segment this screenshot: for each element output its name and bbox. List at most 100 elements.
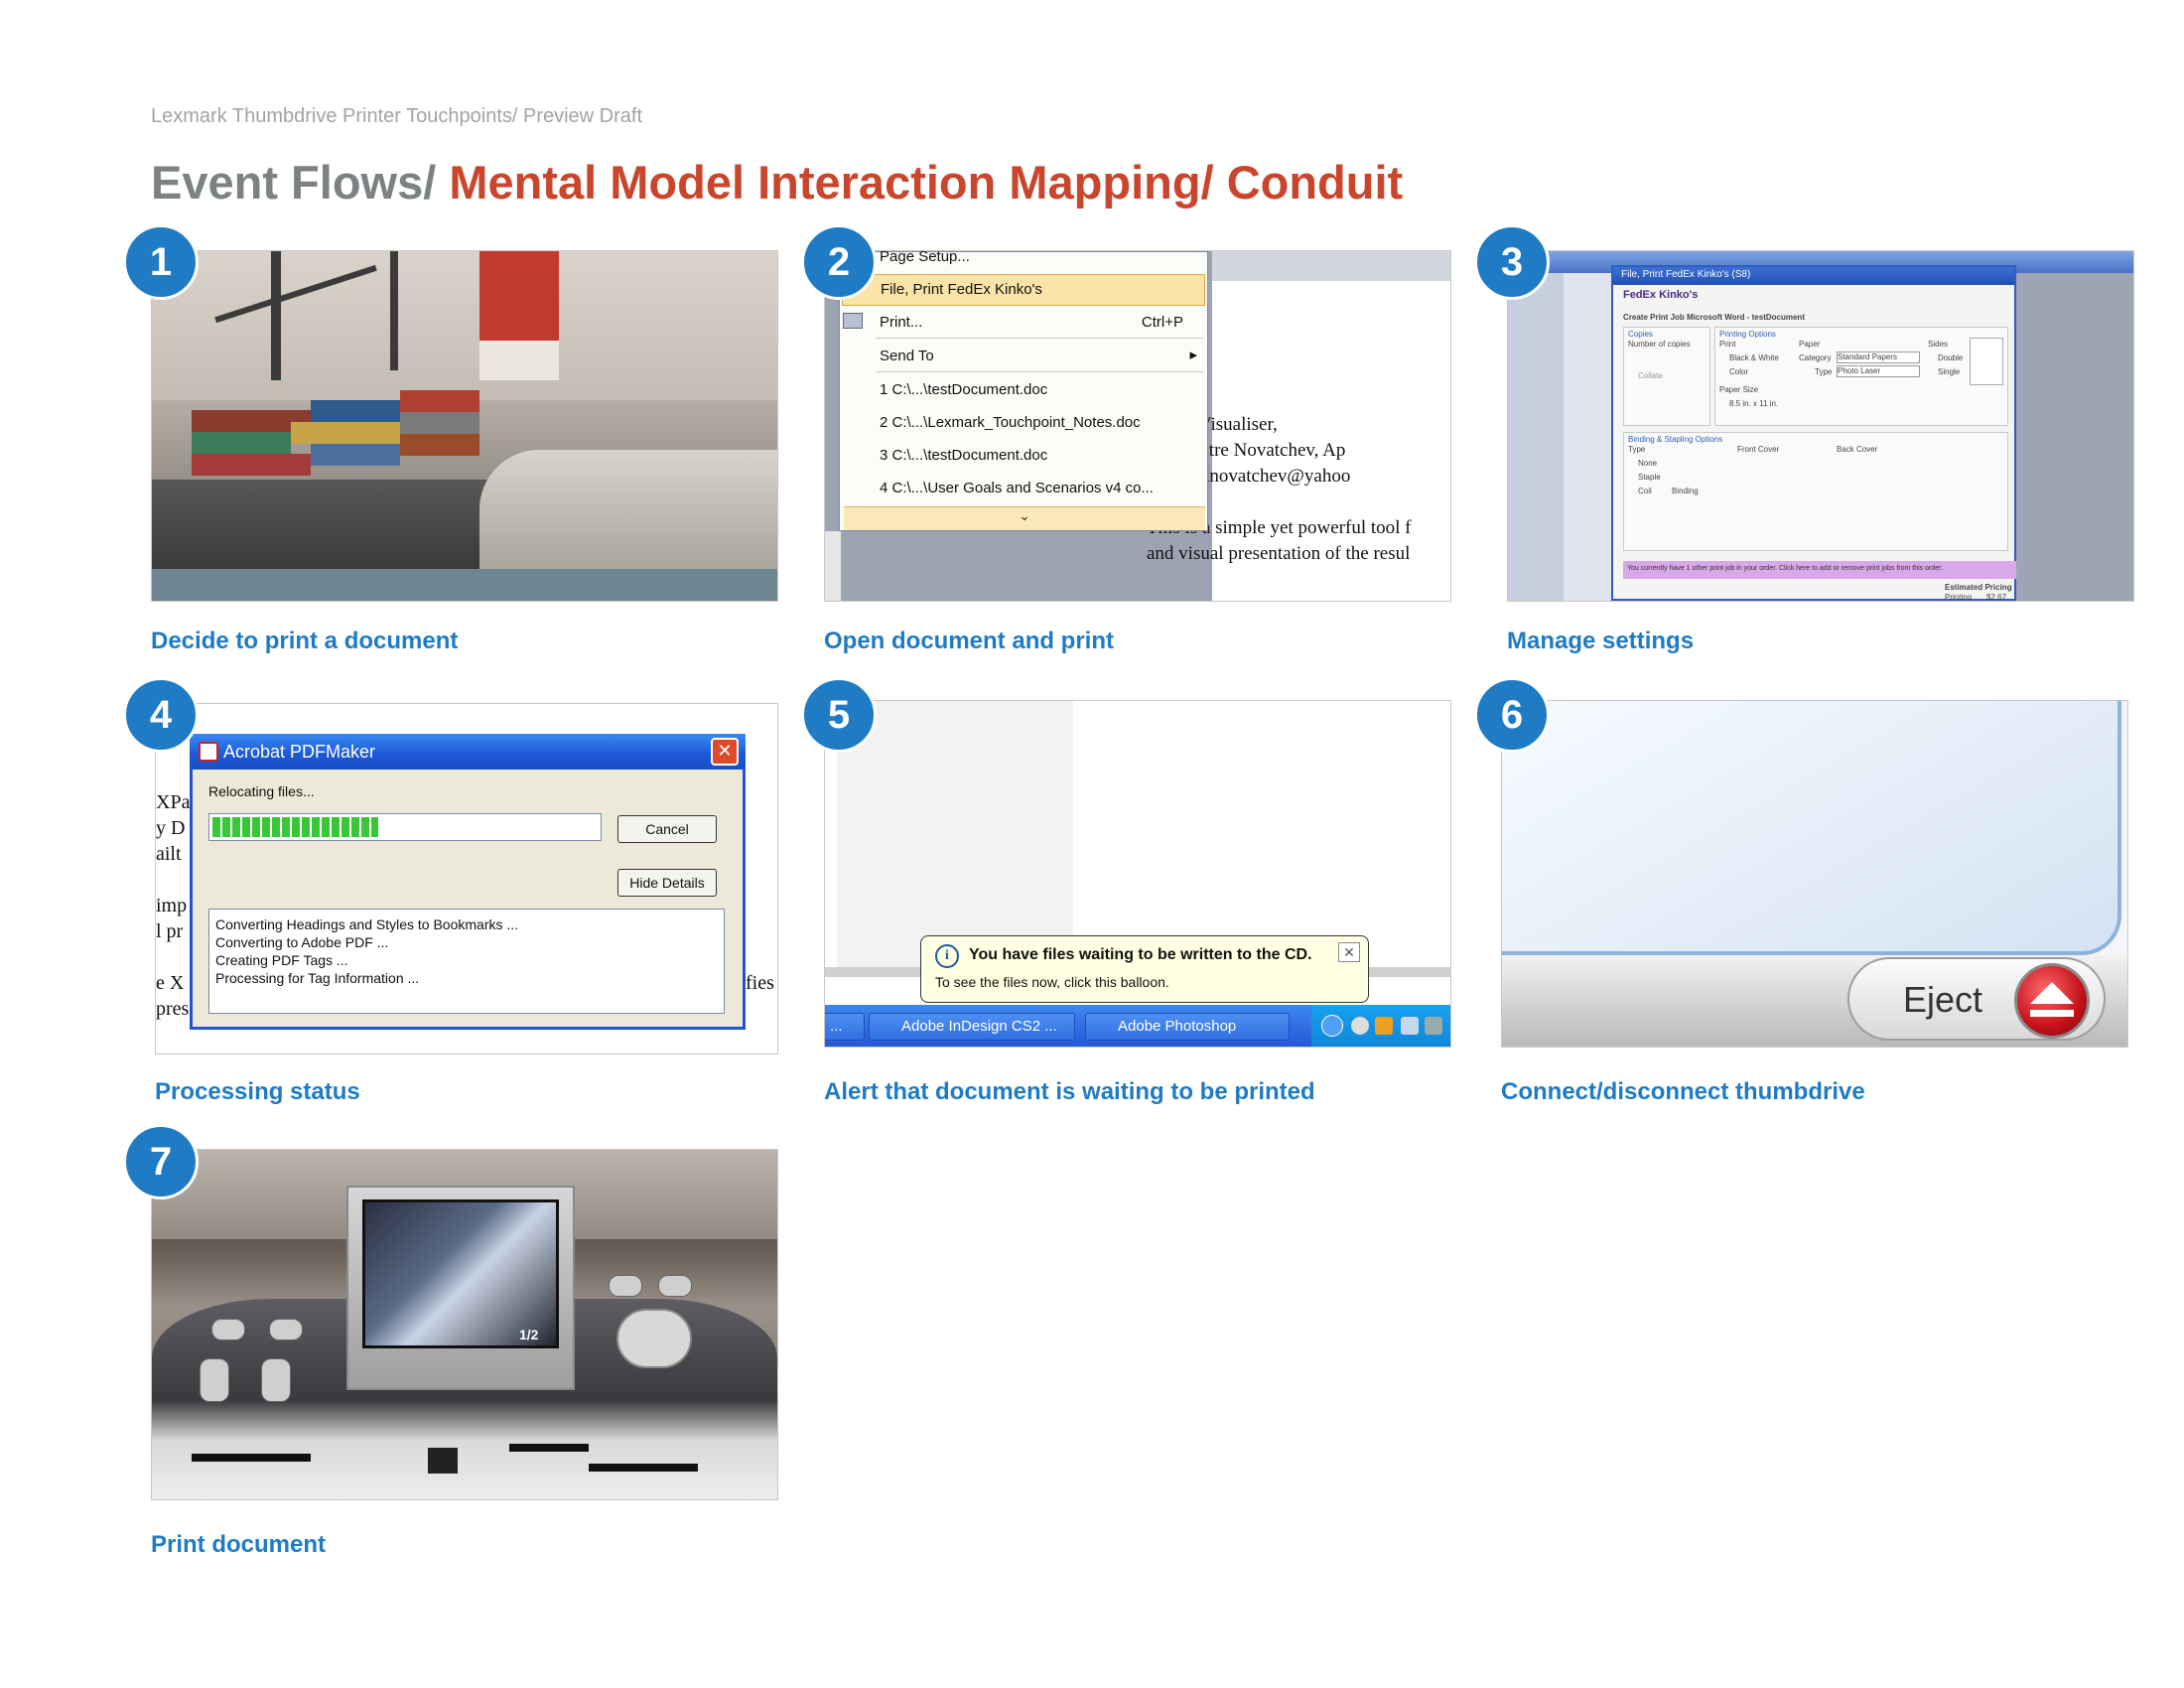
log-line: Converting Headings and Styles to Bookma… [215, 916, 519, 932]
title-highlight: Mental Model Interaction Mapping/ Condui… [449, 156, 1404, 209]
taskbar: ... Adobe InDesign CS2 ... Adobe Photosh… [825, 1005, 1450, 1047]
menu-item-send-to[interactable]: Send To [880, 348, 934, 364]
submenu-arrow-icon: ▸ [1189, 347, 1197, 363]
menu-item-page-setup[interactable]: Page Setup... [880, 251, 970, 265]
eject-label: Eject [1903, 979, 1983, 1020]
dialog-heading: Create Print Job Microsoft Word - testDo… [1623, 313, 1805, 322]
step-badge-5: 5 [801, 677, 877, 753]
step-caption-7: Print document [151, 1531, 327, 1558]
front-cover-label: Front Cover [1737, 445, 1780, 454]
close-icon[interactable]: ✕ [1338, 942, 1360, 962]
dialog-title: File, Print FedEx Kinko's (S8) [1613, 267, 2014, 285]
step-badge-3: 3 [1474, 224, 1550, 300]
radio-staple[interactable]: Staple [1638, 473, 1661, 482]
taskbar-button-indesign[interactable]: Adobe InDesign CS2 ... [869, 1013, 1075, 1041]
step-badge-7: 7 [123, 1124, 199, 1199]
cancel-button[interactable]: Cancel [617, 815, 717, 843]
cd-icon[interactable] [1351, 1017, 1369, 1035]
printer-photo: 1/2 [151, 1149, 778, 1500]
ship-photo [151, 250, 778, 602]
fedex-logo: FedEx Kinko's [1623, 289, 1699, 301]
info-icon: i [935, 944, 959, 968]
eject-triangle [2030, 982, 2074, 1004]
log-line: Creating PDF Tags ... [215, 952, 348, 968]
menu-item-recent-2[interactable]: 2 C:\...\Lexmark_Touchpoint_Notes.doc [880, 414, 1141, 431]
section-copies: Copies [1628, 330, 1653, 339]
sides-label: Sides [1928, 340, 1949, 349]
eject-bar [2030, 1010, 2074, 1017]
log-line: Converting to Adobe PDF ... [215, 934, 389, 950]
print-preview-thumbnail [1970, 338, 2003, 385]
card-slot [192, 1454, 311, 1462]
binding-type-label: Type [1628, 445, 1646, 454]
file-menu: Page Setup... File, Print FedEx Kinko's … [839, 251, 1208, 531]
radio-double[interactable]: Double [1938, 353, 1963, 362]
paper-size-label: Paper Size [1719, 385, 1759, 394]
menu-item-recent-4[interactable]: 4 C:\...\User Goals and Scenarios v4 co.… [880, 480, 1154, 496]
pdfmaker-screenshot: XPat y D ailt imp l pr e X pres fies Acr… [155, 703, 778, 1055]
printer-icon [843, 313, 863, 329]
radio-black-white[interactable]: Black & White [1729, 353, 1779, 362]
doc-fragment: imp [156, 895, 188, 916]
section-printing-options: Printing Options [1719, 330, 1776, 339]
step-caption-2: Open document and print [824, 628, 1114, 654]
category-select[interactable]: Standard Papers [1837, 352, 1920, 363]
document-subtitle: Lexmark Thumbdrive Printer Touchpoints/ … [151, 105, 643, 127]
paper-label: Paper [1799, 340, 1821, 349]
printing-price-label: Printing [1945, 593, 1973, 602]
tools-icon[interactable] [1425, 1017, 1442, 1035]
card-slot [589, 1464, 698, 1472]
doc-fragment: l pr [156, 920, 184, 942]
taskbar-button-photoshop[interactable]: Adobe Photoshop [1085, 1013, 1290, 1041]
printer-key [211, 1319, 245, 1340]
type-select[interactable]: Photo Laser [1837, 365, 1920, 377]
radio-color[interactable]: Color [1729, 367, 1748, 376]
menu-item-print[interactable]: Print... [880, 314, 922, 331]
print-shortcut: Ctrl+P [1141, 314, 1183, 331]
system-tray [1311, 1005, 1450, 1047]
network-icon[interactable] [1401, 1017, 1419, 1035]
radio-single[interactable]: Single [1938, 367, 1960, 376]
doc-fragment: e X [156, 972, 185, 994]
device-screen [1502, 701, 2121, 955]
collate-label[interactable]: Collate [1638, 371, 1663, 380]
progress-bar [208, 813, 602, 841]
pdfmaker-title: Acrobat PDFMaker [190, 734, 746, 770]
radio-none[interactable]: None [1638, 459, 1657, 468]
menu-item-recent-1[interactable]: 1 C:\...\testDocument.doc [880, 381, 1047, 398]
step-caption-5: Alert that document is waiting to be pri… [824, 1078, 1315, 1105]
tray-chevron-icon[interactable] [1321, 1015, 1343, 1037]
step-caption-4: Processing status [155, 1078, 360, 1105]
close-icon[interactable]: ✕ [711, 738, 739, 766]
title-prefix: Event Flows/ [151, 156, 450, 209]
printer-dpad [616, 1309, 692, 1368]
fedex-dialog: File, Print FedEx Kinko's (S8) FedEx Kin… [1611, 265, 2016, 601]
log-line: Processing for Tag Information ... [215, 970, 420, 986]
menu-item-print-fedex[interactable]: File, Print FedEx Kinko's [842, 274, 1205, 306]
double-chevron-down-icon[interactable]: ⌄ [844, 506, 1205, 530]
hide-details-button[interactable]: Hide Details [617, 869, 717, 897]
lcd-counter: 1/2 [519, 1327, 539, 1342]
taskbar-button[interactable]: ... [825, 1013, 865, 1041]
printer-key [658, 1275, 692, 1297]
step-caption-6: Connect/disconnect thumbdrive [1501, 1078, 1865, 1105]
order-notice: You currently have 1 other print job in … [1623, 561, 2016, 579]
radio-coil[interactable]: Coil [1638, 487, 1652, 495]
doc-fragment: fies [746, 972, 774, 994]
word-file-menu-screenshot: XPath Visualiser, by Dimitre Novatchev, … [824, 250, 1451, 602]
eject-screenshot: Eject [1501, 700, 2128, 1048]
printer-key [269, 1319, 303, 1340]
printer-key [261, 1358, 291, 1402]
balloon-text: To see the files now, click this balloon… [935, 974, 1169, 990]
step-badge-2: 2 [801, 224, 877, 300]
menu-item-recent-3[interactable]: 3 C:\...\testDocument.doc [880, 447, 1047, 464]
balloon-title: You have files waiting to be written to … [969, 946, 1312, 963]
step-caption-1: Decide to print a document [151, 628, 459, 654]
notification-balloon[interactable]: i You have files waiting to be written t… [920, 935, 1369, 1003]
step-badge-4: 4 [123, 677, 199, 753]
clock-icon[interactable] [1375, 1017, 1393, 1035]
card-slot [509, 1444, 589, 1452]
printing-price-value: $2.67 [1986, 593, 2007, 602]
acrobat-icon [199, 742, 218, 762]
doc-line: and visual presentation of the resul [1147, 543, 1411, 564]
